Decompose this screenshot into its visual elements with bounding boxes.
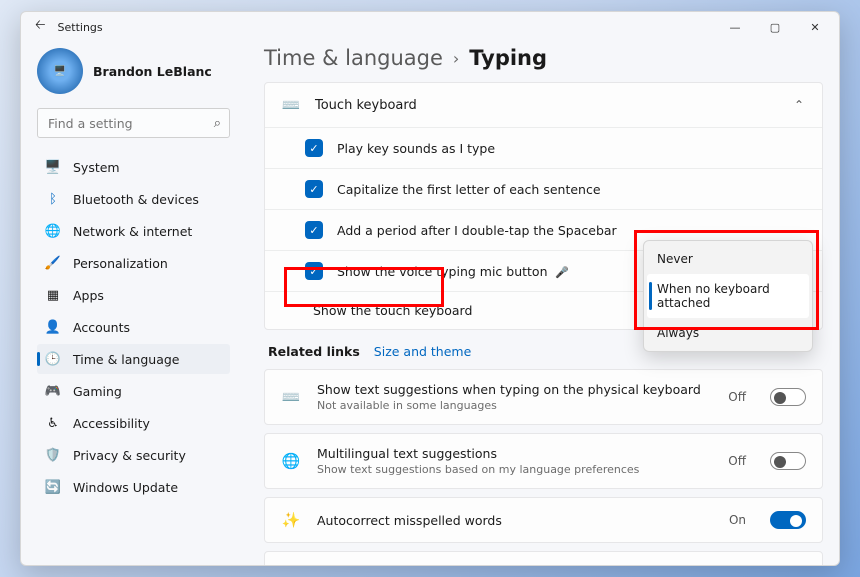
sidebar-item-personalization[interactable]: 🖌️ Personalization (37, 248, 230, 278)
nav-label: Windows Update (73, 480, 178, 495)
nav-label: Privacy & security (73, 448, 186, 463)
touch-keyboard-header[interactable]: ⌨️ Touch keyboard ⌃ (265, 83, 822, 127)
keyboard-icon: ⌨️ (281, 95, 301, 115)
sidebar: 🖥️ Brandon LeBlanc ⌕ 🖥️ System ᛒ Bluetooth … (21, 42, 236, 565)
settings-card[interactable]: 🌐 Multilingual text suggestions Show text … (264, 433, 823, 489)
nav-icon: ♿ (45, 415, 61, 431)
checkbox-icon[interactable]: ✓ (305, 180, 323, 198)
nav-icon: 🕒 (45, 351, 61, 367)
card-title: Multilingual text suggestions (317, 446, 712, 461)
profile-name: Brandon LeBlanc (93, 64, 212, 79)
card-icon: ⌨️ (281, 387, 301, 407)
checkbox-icon[interactable]: ✓ (305, 139, 323, 157)
nav-label: Gaming (73, 384, 122, 399)
sidebar-item-accessibility[interactable]: ♿ Accessibility (37, 408, 230, 438)
app-title: Settings (58, 21, 103, 34)
nav-icon: ᛒ (45, 191, 61, 207)
settings-card[interactable]: ✨Highlight misspelled wordsOn (264, 551, 823, 565)
breadcrumb-parent[interactable]: Time & language (264, 46, 443, 70)
breadcrumb-current: Typing (469, 46, 547, 70)
nav-label: Personalization (73, 256, 168, 271)
sidebar-item-network-internet[interactable]: 🌐 Network & internet (37, 216, 230, 246)
toggle-switch[interactable] (770, 511, 806, 529)
checkbox-icon[interactable]: ✓ (305, 221, 323, 239)
touch-keyboard-option[interactable]: ✓ Play key sounds as I type (265, 127, 822, 168)
sidebar-item-windows-update[interactable]: 🔄 Windows Update (37, 472, 230, 502)
sidebar-item-time-language[interactable]: 🕒 Time & language (37, 344, 230, 374)
close-button[interactable]: ✕ (795, 13, 835, 41)
size-theme-link[interactable]: Size and theme (374, 344, 472, 359)
card-icon: 🌐 (281, 451, 301, 471)
option-label: Show the voice typing mic button 🎤 (337, 264, 569, 279)
nav-icon: 🛡️ (45, 447, 61, 463)
toggle-switch[interactable] (770, 388, 806, 406)
show-touch-keyboard-dropdown[interactable]: NeverWhen no keyboard attachedAlways (643, 240, 813, 352)
nav-icon: ▦ (45, 287, 61, 303)
maximize-button[interactable]: ▢ (755, 13, 795, 41)
content-scroll[interactable]: ⌨️ Touch keyboard ⌃ ✓ Play key sounds as … (264, 82, 835, 565)
search-input[interactable] (46, 115, 214, 132)
related-label: Related links (268, 344, 360, 359)
card-icon: ✨ (281, 510, 301, 530)
nav-icon: 🖥️ (45, 159, 61, 175)
nav-list: 🖥️ System ᛒ Bluetooth & devices 🌐 Network & i… (37, 152, 230, 502)
settings-window: 🡠 Settings — ▢ ✕ 🖥️ Brandon LeBlanc ⌕ 🖥️… (20, 11, 840, 566)
sidebar-item-apps[interactable]: ▦ Apps (37, 280, 230, 310)
nav-icon: 🎮 (45, 383, 61, 399)
touch-keyboard-title: Touch keyboard (315, 98, 417, 113)
nav-label: Accounts (73, 320, 130, 335)
toggle-state-label: Off (728, 390, 746, 404)
nav-label: Apps (73, 288, 104, 303)
nav-label: Time & language (73, 352, 179, 367)
dropdown-option[interactable]: When no keyboard attached (647, 274, 809, 318)
nav-icon: 🌐 (45, 223, 61, 239)
search-field[interactable]: ⌕ (37, 108, 230, 138)
nav-icon: 👤 (45, 319, 61, 335)
nav-label: Accessibility (73, 416, 150, 431)
settings-card[interactable]: ✨ Autocorrect misspelled words On (264, 497, 823, 543)
card-icon: ✨ (281, 564, 301, 565)
toggle-switch[interactable] (770, 452, 806, 470)
option-label: Play key sounds as I type (337, 141, 495, 156)
card-subtitle: Show text suggestions based on my langua… (317, 463, 712, 476)
touch-keyboard-option[interactable]: ✓ Capitalize the first letter of each sen… (265, 168, 822, 209)
breadcrumb: Time & language › Typing (264, 42, 835, 82)
card-title: Show text suggestions when typing on the… (317, 382, 712, 397)
search-icon: ⌕ (214, 116, 221, 131)
dropdown-option[interactable]: Never (647, 244, 809, 274)
chevron-right-icon: › (453, 49, 459, 68)
card-subtitle: Not available in some languages (317, 399, 712, 412)
sidebar-item-privacy-security[interactable]: 🛡️ Privacy & security (37, 440, 230, 470)
back-button[interactable]: 🡠 (35, 16, 46, 38)
nav-label: System (73, 160, 120, 175)
card-title: Autocorrect misspelled words (317, 513, 713, 528)
avatar: 🖥️ (37, 48, 83, 94)
dropdown-option[interactable]: Always (647, 318, 809, 348)
minimize-button[interactable]: — (715, 13, 755, 41)
option-label: Capitalize the first letter of each sent… (337, 182, 601, 197)
nav-label: Network & internet (73, 224, 192, 239)
nav-icon: 🖌️ (45, 255, 61, 271)
mic-icon: 🎤 (552, 266, 569, 279)
checkbox-icon[interactable]: ✓ (305, 262, 323, 280)
sidebar-item-bluetooth-devices[interactable]: ᛒ Bluetooth & devices (37, 184, 230, 214)
sidebar-item-accounts[interactable]: 👤 Accounts (37, 312, 230, 342)
sidebar-item-system[interactable]: 🖥️ System (37, 152, 230, 182)
settings-card[interactable]: ⌨️ Show text suggestions when typing on t… (264, 369, 823, 425)
chevron-up-icon: ⌃ (794, 98, 804, 112)
nav-label: Bluetooth & devices (73, 192, 199, 207)
titlebar: 🡠 Settings — ▢ ✕ (21, 12, 839, 42)
option-label: Show the touch keyboard (313, 303, 472, 318)
option-label: Add a period after I double-tap the Spac… (337, 223, 617, 238)
main-panel: Time & language › Typing ⌨️ Touch keyboa… (236, 42, 839, 565)
toggle-state-label: On (729, 513, 746, 527)
nav-icon: 🔄 (45, 479, 61, 495)
profile-block[interactable]: 🖥️ Brandon LeBlanc (37, 42, 230, 108)
sidebar-item-gaming[interactable]: 🎮 Gaming (37, 376, 230, 406)
toggle-state-label: Off (728, 454, 746, 468)
